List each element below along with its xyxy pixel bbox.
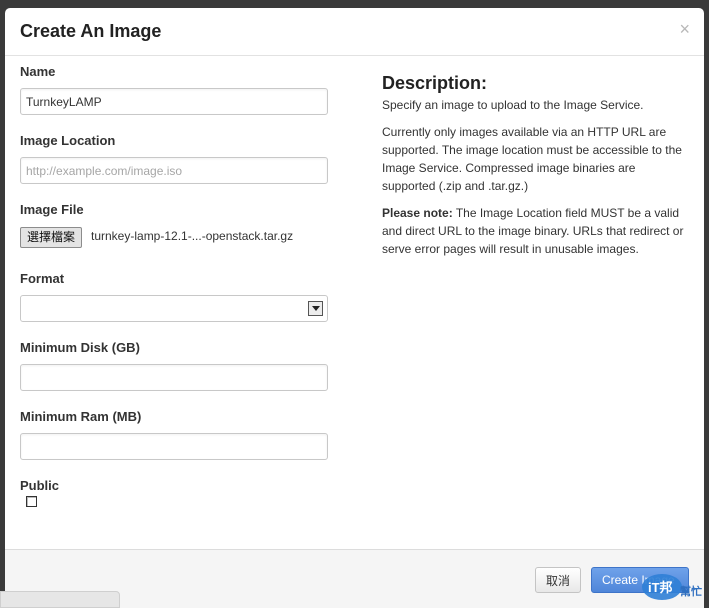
note-label: Please note: [382, 206, 453, 220]
minimum-disk-field-group: Minimum Disk (GB) [20, 340, 330, 391]
cancel-button[interactable]: 取消 [535, 567, 581, 593]
image-location-field-group: Image Location [20, 133, 330, 184]
public-checkbox[interactable] [26, 496, 37, 507]
format-field-group: Format [20, 271, 330, 322]
public-label: Public [20, 478, 60, 493]
minimum-ram-input[interactable] [20, 433, 328, 460]
image-file-label: Image File [20, 202, 84, 217]
watermark-text-2: 幫忙 [680, 584, 702, 598]
selected-file-name: turnkey-lamp-12.1-...-openstack.tar.gz [91, 229, 294, 243]
minimum-ram-label: Minimum Ram (MB) [20, 409, 142, 424]
chevron-down-icon[interactable] [308, 301, 323, 316]
format-label: Format [20, 271, 65, 286]
image-location-input[interactable] [20, 157, 328, 184]
choose-file-button[interactable]: 選擇檔案 [20, 227, 83, 248]
minimum-ram-field-group: Minimum Ram (MB) [20, 409, 330, 460]
image-location-label: Image Location [20, 133, 116, 148]
file-picker: 選擇檔案 turnkey-lamp-12.1-...-openstack.tar… [20, 226, 350, 248]
name-input[interactable] [20, 88, 328, 115]
format-select[interactable] [20, 295, 328, 322]
description-paragraph-1: Specify an image to upload to the Image … [382, 98, 644, 112]
watermark-text-1: iT邦 [648, 580, 673, 595]
modal-title: Create An Image [20, 21, 162, 41]
create-image-modal: Create An Image × Name Image Location Im… [5, 8, 704, 608]
name-label: Name [20, 64, 56, 79]
modal-header: Create An Image × [5, 8, 704, 56]
close-icon[interactable]: × [679, 19, 690, 39]
minimum-disk-label: Minimum Disk (GB) [20, 340, 140, 355]
watermark-logo-icon: iT邦 幫忙 [642, 574, 702, 600]
description-panel: Description: Specify an image to upload … [382, 72, 692, 267]
background-tab [0, 591, 120, 608]
image-file-field-group: Image File 選擇檔案 turnkey-lamp-12.1-...-op… [20, 202, 330, 248]
description-title: Description: [382, 73, 488, 93]
public-field-group: Public [20, 478, 330, 507]
minimum-disk-input[interactable] [20, 364, 328, 391]
name-field-group: Name [20, 64, 330, 115]
description-note: Please note: The Image Location field MU… [382, 204, 692, 258]
description-paragraph-2: Currently only images available via an H… [382, 125, 682, 193]
